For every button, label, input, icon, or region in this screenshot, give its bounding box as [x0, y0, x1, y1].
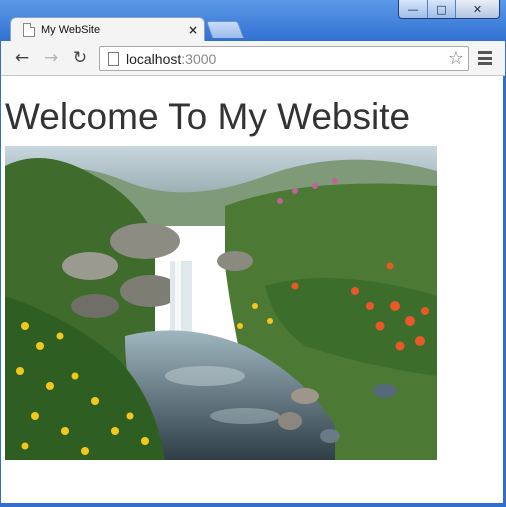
address-bar[interactable]: localhost:3000 ☆ [99, 46, 469, 71]
page-icon [23, 23, 35, 37]
forward-arrow-icon[interactable]: → [40, 48, 62, 68]
browser-tab[interactable]: My WebSite × [10, 17, 205, 42]
menu-icon[interactable] [476, 49, 494, 67]
minimize-button[interactable]: — [399, 0, 427, 18]
page-title: Welcome To My Website [5, 96, 411, 137]
tab-close-icon[interactable]: × [188, 23, 198, 37]
url-host: localhost [126, 50, 182, 67]
browser-window: — □ ✕ My WebSite × ← → ↻ localhost:3000 … [0, 0, 506, 507]
new-tab-button[interactable] [205, 21, 245, 38]
back-arrow-icon[interactable]: ← [11, 48, 33, 68]
window-controls: — □ ✕ [398, 0, 500, 19]
waterfall-garden-photo [5, 146, 437, 460]
browser-toolbar: ← → ↻ localhost:3000 ☆ [1, 41, 505, 76]
window-bottom-border [1, 503, 505, 507]
maximize-button[interactable]: □ [427, 0, 455, 18]
url-port: :3000 [181, 50, 217, 67]
tab-title: My WebSite [41, 24, 101, 36]
page-content: Welcome To My Website [1, 76, 503, 503]
page-icon [108, 51, 119, 66]
close-window-button[interactable]: ✕ [455, 0, 499, 18]
bookmark-star-icon[interactable]: ☆ [448, 48, 464, 69]
reload-icon[interactable]: ↻ [69, 48, 91, 68]
